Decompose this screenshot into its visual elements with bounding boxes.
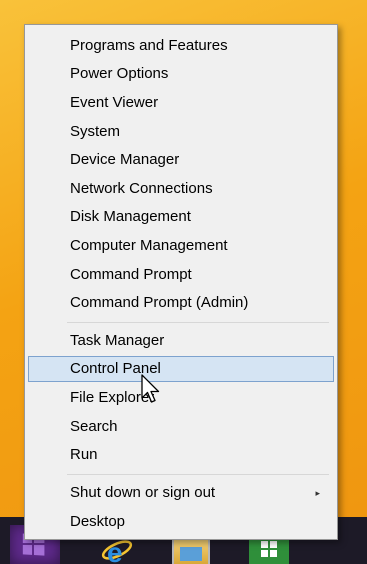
menu-item-system[interactable]: System [28, 119, 334, 145]
menu-item-event-viewer[interactable]: Event Viewer [28, 90, 334, 116]
menu-separator [67, 474, 329, 475]
context-menu: Programs and Features Power Options Even… [24, 24, 338, 540]
menu-separator [67, 322, 329, 323]
menu-item-desktop[interactable]: Desktop [28, 509, 334, 535]
menu-item-search[interactable]: Search [28, 414, 334, 440]
menu-item-command-prompt[interactable]: Command Prompt [28, 262, 334, 288]
menu-item-disk-management[interactable]: Disk Management [28, 204, 334, 230]
menu-item-programs-and-features[interactable]: Programs and Features [28, 33, 334, 59]
menu-item-label: Shut down or sign out [70, 484, 216, 501]
menu-item-computer-management[interactable]: Computer Management [28, 233, 334, 259]
svg-text:e: e [107, 537, 123, 564]
menu-item-file-explorer[interactable]: File Explorer [28, 385, 334, 411]
menu-item-task-manager[interactable]: Task Manager [28, 328, 334, 354]
menu-item-command-prompt-admin[interactable]: Command Prompt (Admin) [28, 290, 334, 316]
menu-item-power-options[interactable]: Power Options [28, 61, 334, 87]
file-explorer-icon[interactable] [172, 537, 210, 564]
menu-item-control-panel[interactable]: Control Panel [28, 356, 334, 382]
menu-item-device-manager[interactable]: Device Manager [28, 147, 334, 173]
submenu-arrow-icon: ▸ [315, 488, 320, 498]
menu-item-shut-down-or-sign-out[interactable]: Shut down or sign out ▸ [28, 480, 334, 506]
menu-item-run[interactable]: Run [28, 442, 334, 468]
menu-item-network-connections[interactable]: Network Connections [28, 176, 334, 202]
mouse-pointer-icon [141, 374, 160, 403]
